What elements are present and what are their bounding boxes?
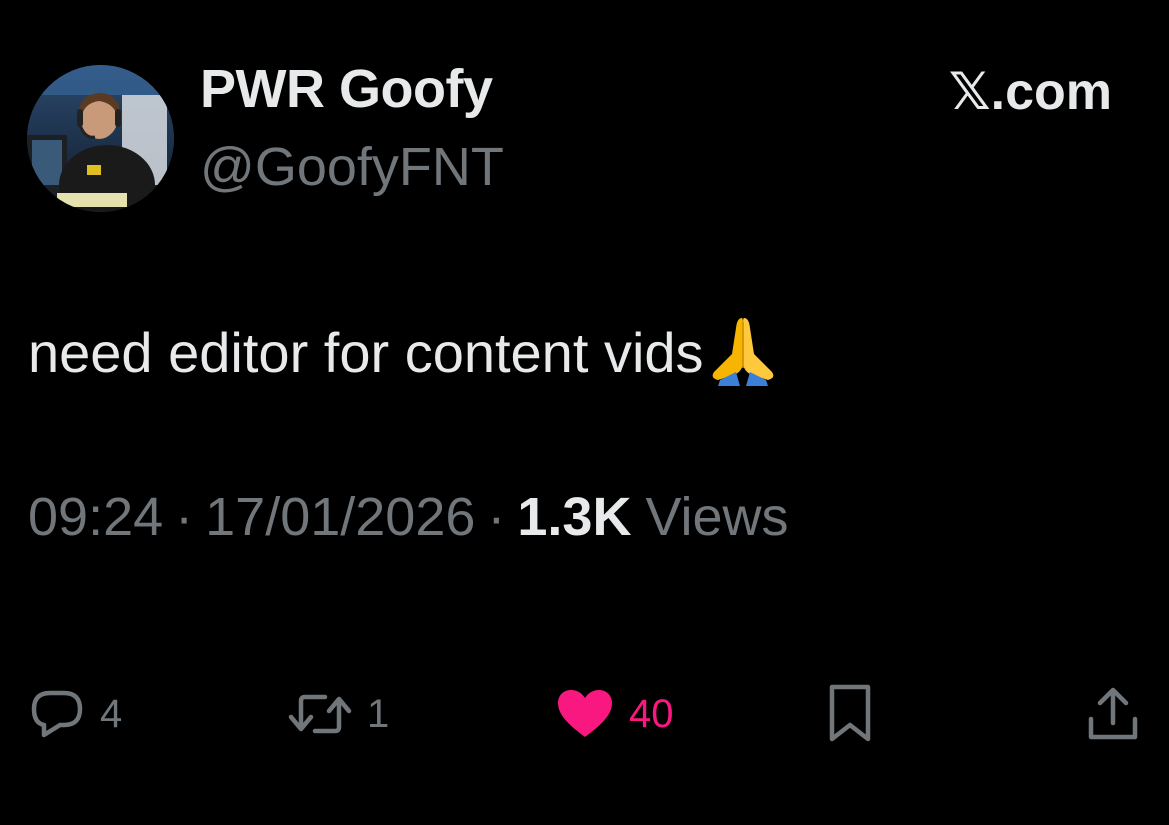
folded-hands-emoji-icon xyxy=(706,314,780,386)
like-button[interactable]: 40 xyxy=(555,684,674,744)
views-label[interactable]: Views xyxy=(645,486,788,548)
avatar[interactable] xyxy=(27,65,174,212)
views-count[interactable]: 1.3K xyxy=(517,486,631,548)
tweet-text: need editor for content vids xyxy=(28,316,780,388)
repost-button[interactable]: 1 xyxy=(287,684,389,744)
source-label: 𝕏 .com xyxy=(949,62,1112,122)
bookmark-icon xyxy=(829,684,871,742)
reply-button[interactable]: 4 xyxy=(28,684,122,744)
meta-separator: · xyxy=(175,487,194,547)
like-count: 40 xyxy=(629,691,674,736)
tweet-text-content: need editor for content vids xyxy=(28,320,704,384)
x-logo-icon: 𝕏 xyxy=(948,62,991,122)
reply-count: 4 xyxy=(100,691,123,736)
tweet-time[interactable]: 09:24 xyxy=(28,486,163,548)
share-button[interactable] xyxy=(1086,684,1140,744)
source-domain: .com xyxy=(990,63,1112,121)
reply-icon xyxy=(31,690,83,738)
tweet-date[interactable]: 17/01/2026 xyxy=(205,486,475,548)
heart-icon xyxy=(558,690,612,737)
tweet-meta: 09:24 · 17/01/2026 · 1.3K Views xyxy=(28,486,789,548)
bookmark-button[interactable] xyxy=(826,684,874,744)
meta-separator: · xyxy=(487,487,506,547)
profile-photo-icon xyxy=(27,65,174,212)
repost-count: 1 xyxy=(367,691,390,736)
author-handle[interactable]: @GoofyFNT xyxy=(200,136,504,198)
author-display-name[interactable]: PWR Goofy xyxy=(200,58,493,120)
repost-icon xyxy=(288,694,352,734)
share-icon xyxy=(1088,687,1138,740)
